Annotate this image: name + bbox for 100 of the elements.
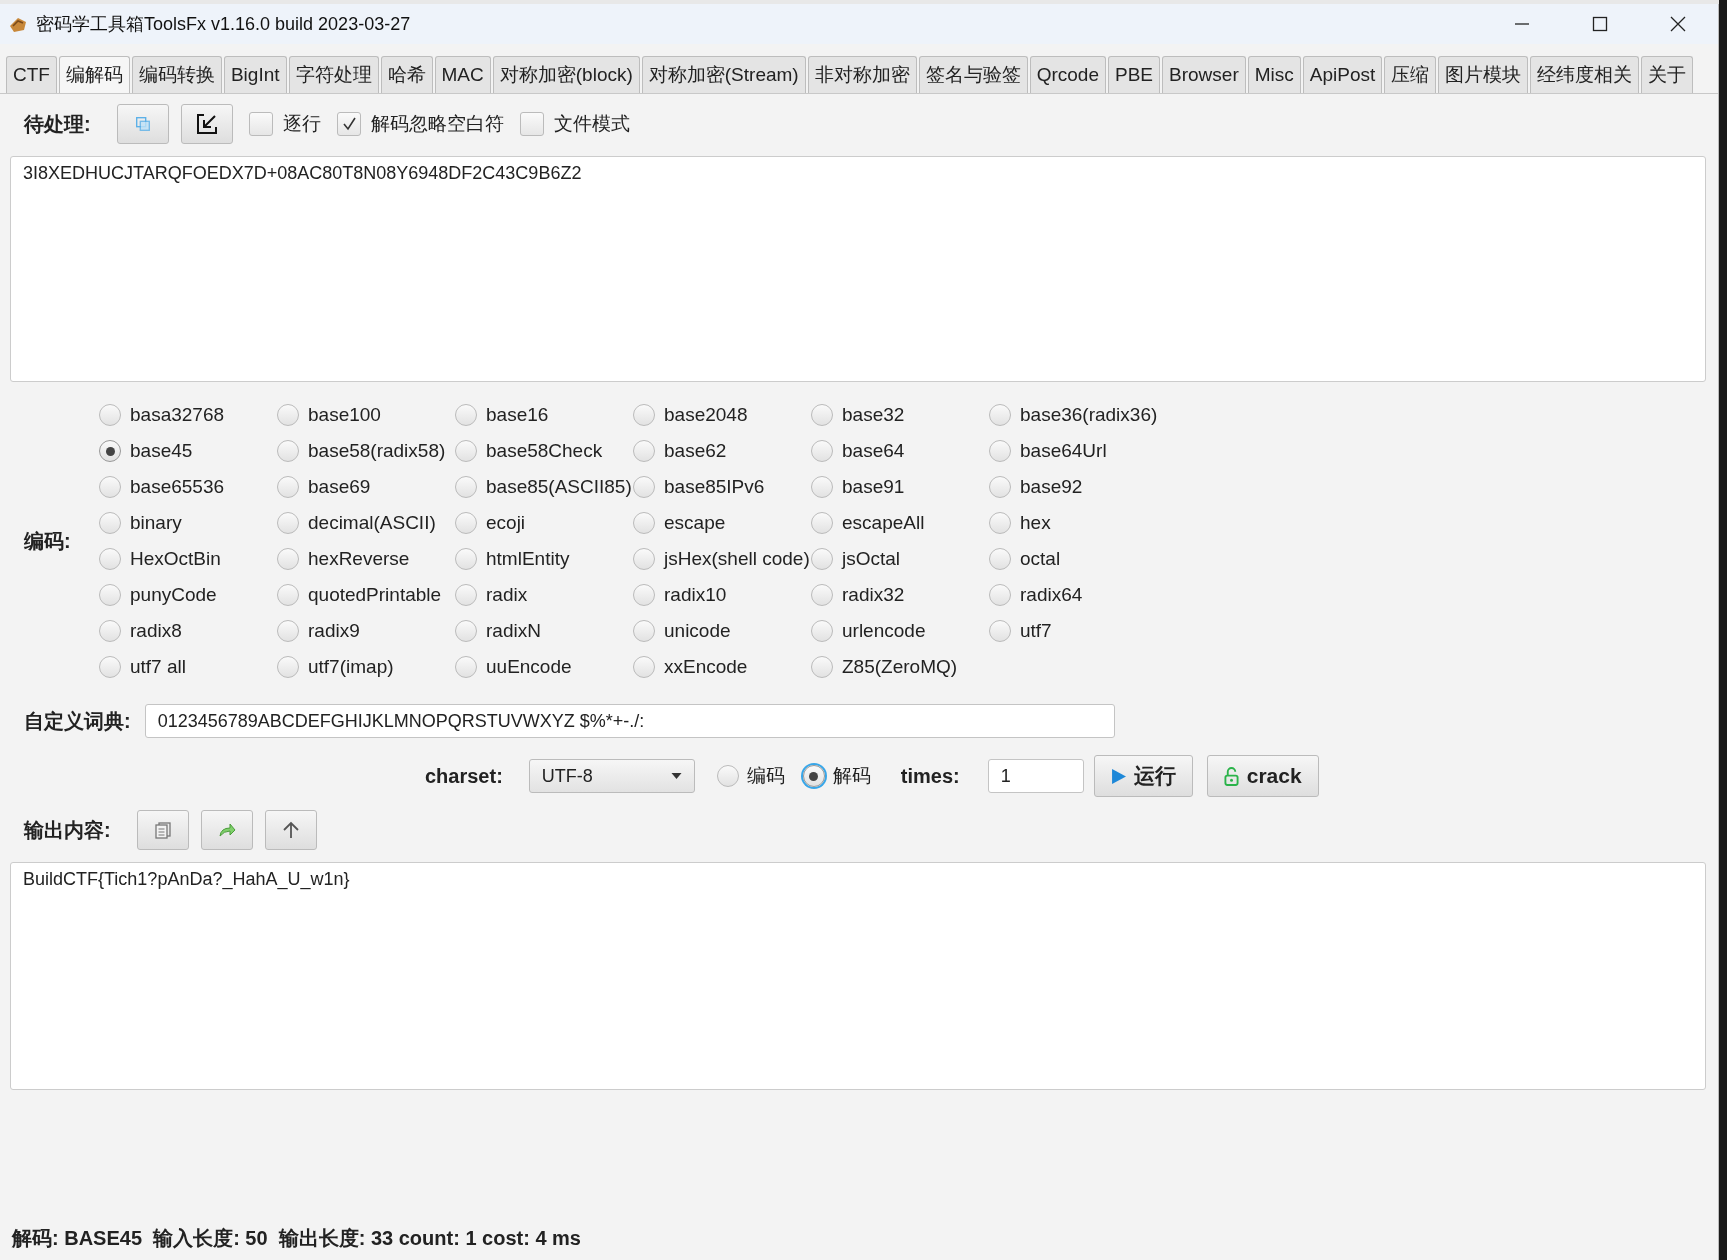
radio-button[interactable] xyxy=(989,584,1011,606)
radio-button[interactable] xyxy=(455,512,477,534)
tab[interactable]: 签名与验签 xyxy=(918,56,1028,93)
radio-button[interactable] xyxy=(633,584,655,606)
radio-label[interactable]: base58Check xyxy=(486,440,603,462)
radio-button[interactable] xyxy=(455,476,477,498)
radio-label[interactable]: radix32 xyxy=(842,584,905,606)
radio-label[interactable]: escapeAll xyxy=(842,512,925,534)
radio-button[interactable] xyxy=(989,476,1011,498)
checkbox[interactable] xyxy=(519,112,544,136)
radio-button[interactable] xyxy=(99,620,121,642)
tab[interactable]: 非对称加密 xyxy=(807,56,917,93)
tab[interactable]: 字符处理 xyxy=(288,56,379,93)
radio-label[interactable]: 编码 xyxy=(746,763,785,789)
radio-label[interactable]: radix10 xyxy=(664,584,727,606)
up-button[interactable] xyxy=(264,810,317,850)
radio-button[interactable] xyxy=(99,404,121,426)
tab[interactable]: Browser xyxy=(1162,56,1246,93)
tab[interactable]: ApiPost xyxy=(1302,56,1383,93)
times-field[interactable]: 1 xyxy=(987,759,1084,793)
radio-button[interactable] xyxy=(716,765,739,787)
tab[interactable]: 经纬度相关 xyxy=(1530,56,1640,93)
radio-label[interactable]: radix64 xyxy=(1020,584,1083,606)
tab[interactable]: 图片模块 xyxy=(1438,56,1529,93)
output-text-area[interactable]: BuildCTF{Tich1?pAnDa?_HahA_U_w1n} xyxy=(10,862,1706,1090)
radio-label[interactable]: base64 xyxy=(842,440,905,462)
forward-button[interactable] xyxy=(200,810,253,850)
copy-button[interactable] xyxy=(136,810,189,850)
radio-label[interactable]: quotedPrintable xyxy=(308,584,442,606)
radio-label[interactable]: base65536 xyxy=(130,476,225,498)
radio-label[interactable]: 解码 xyxy=(832,763,871,789)
radio-label[interactable]: htmlEntity xyxy=(486,548,570,570)
radio-button[interactable] xyxy=(455,404,477,426)
radio-button[interactable] xyxy=(277,404,299,426)
radio-button[interactable] xyxy=(277,620,299,642)
radio-label[interactable]: jsHex(shell code) xyxy=(664,548,810,570)
radio-label[interactable]: binary xyxy=(130,512,182,534)
import-button[interactable] xyxy=(180,104,233,144)
tab[interactable]: 关于 xyxy=(1641,56,1694,93)
tab[interactable]: MAC xyxy=(434,56,491,93)
radio-label[interactable]: utf7 xyxy=(1020,620,1052,642)
radio-label[interactable]: base69 xyxy=(308,476,371,498)
radio-button[interactable] xyxy=(633,404,655,426)
radio-label[interactable]: ecoji xyxy=(486,512,526,534)
radio-label[interactable]: octal xyxy=(1020,548,1061,570)
radio-label[interactable]: punyCode xyxy=(130,584,217,606)
radio-button[interactable] xyxy=(811,404,833,426)
radio-button[interactable] xyxy=(811,548,833,570)
radio-button[interactable] xyxy=(633,512,655,534)
radio-button[interactable] xyxy=(633,656,655,678)
radio-label[interactable]: xxEncode xyxy=(664,656,748,678)
radio-button[interactable] xyxy=(99,476,121,498)
radio-label[interactable]: HexOctBin xyxy=(130,548,221,570)
radio-button[interactable] xyxy=(989,512,1011,534)
radio-label[interactable]: radix9 xyxy=(308,620,360,642)
radio-button[interactable] xyxy=(277,656,299,678)
input-text-area[interactable]: 3I8XEDHUCJTARQFOEDX7D+08AC80T8N08Y6948DF2C43C9B6Z2 xyxy=(10,156,1706,382)
radio-label[interactable]: base45 xyxy=(130,440,193,462)
radio-label[interactable]: escape xyxy=(664,512,726,534)
radio-button[interactable] xyxy=(99,548,121,570)
radio-button[interactable] xyxy=(277,512,299,534)
copy-button[interactable] xyxy=(116,104,169,144)
radio-label[interactable]: base64Url xyxy=(1020,440,1107,462)
radio-button[interactable] xyxy=(277,584,299,606)
radio-button[interactable] xyxy=(99,584,121,606)
tab[interactable]: PBE xyxy=(1108,56,1161,93)
run-button[interactable]: 运行 xyxy=(1093,755,1193,797)
radio-button[interactable] xyxy=(99,656,121,678)
radio-button[interactable] xyxy=(989,620,1011,642)
radio-label[interactable]: radix xyxy=(486,584,528,606)
radio-label[interactable]: base32 xyxy=(842,404,905,426)
radio-button[interactable] xyxy=(802,765,825,787)
radio-label[interactable]: base16 xyxy=(486,404,549,426)
charset-dropdown[interactable]: UTF-8 xyxy=(528,759,695,793)
radio-label[interactable]: base85IPv6 xyxy=(664,476,765,498)
crack-button[interactable]: crack xyxy=(1206,755,1319,797)
dictionary-field[interactable]: 0123456789ABCDEFGHIJKLMNOPQRSTUVWXYZ $%*+-./: xyxy=(144,704,1115,738)
tab[interactable]: 压缩 xyxy=(1384,56,1437,93)
radio-button[interactable] xyxy=(989,404,1011,426)
radio-label[interactable]: base91 xyxy=(842,476,905,498)
radio-label[interactable]: uuEncode xyxy=(486,656,572,678)
radio-button[interactable] xyxy=(989,440,1011,462)
tab[interactable]: BigInt xyxy=(223,56,287,93)
radio-button[interactable] xyxy=(455,584,477,606)
radio-label[interactable]: utf7 all xyxy=(130,656,186,678)
radio-label[interactable]: hex xyxy=(1020,512,1051,534)
radio-button[interactable] xyxy=(455,440,477,462)
radio-label[interactable]: base85(ASCII85) xyxy=(486,476,632,498)
tab[interactable]: 编解码 xyxy=(58,56,130,93)
radio-button[interactable] xyxy=(455,548,477,570)
radio-label[interactable]: base36(radix36) xyxy=(1020,404,1158,426)
radio-button[interactable] xyxy=(811,512,833,534)
radio-button[interactable] xyxy=(277,548,299,570)
radio-button[interactable] xyxy=(811,584,833,606)
tab[interactable]: Qrcode xyxy=(1029,56,1106,93)
tab[interactable]: 对称加密(Stream) xyxy=(641,56,806,93)
tab[interactable]: 编码转换 xyxy=(131,56,222,93)
close-icon[interactable] xyxy=(1670,16,1686,32)
radio-label[interactable]: base92 xyxy=(1020,476,1083,498)
radio-button[interactable] xyxy=(989,548,1011,570)
